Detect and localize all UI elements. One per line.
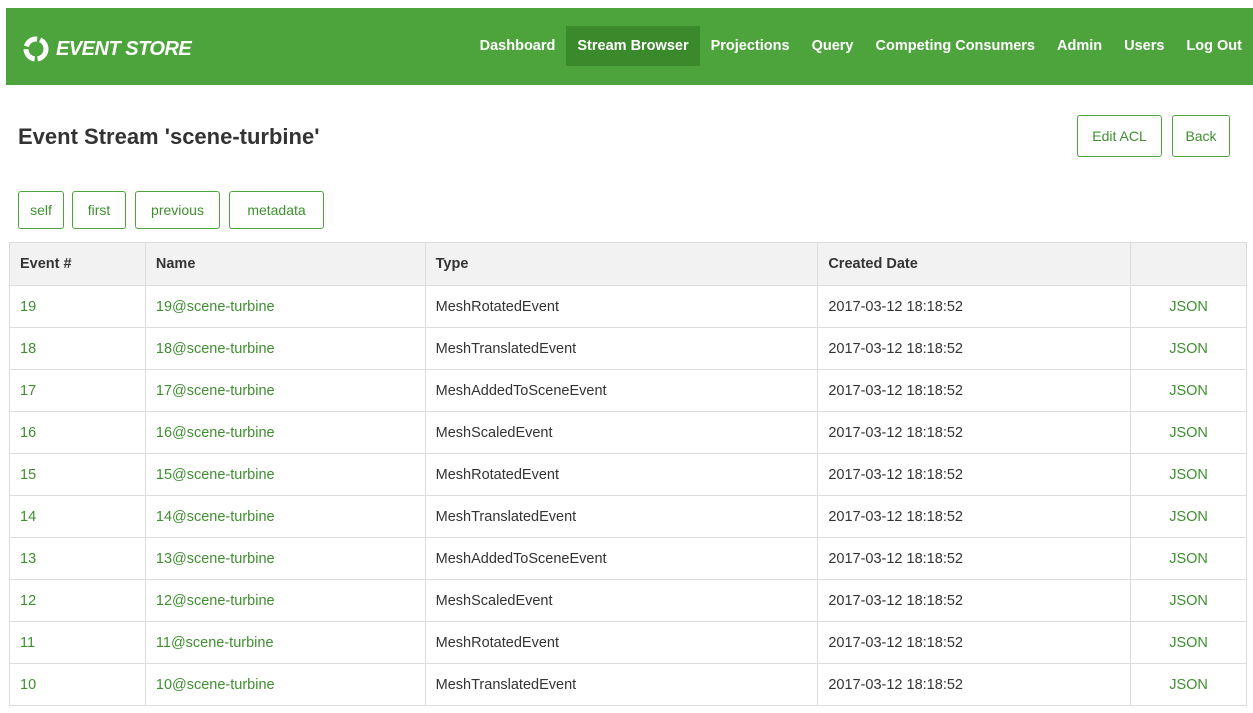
json-link[interactable]: JSON	[1130, 285, 1247, 328]
created-date: 2017-03-12 18:18:52	[817, 411, 1132, 454]
event-name-link[interactable]: 19@scene-turbine	[144, 285, 426, 328]
col-name: Name	[144, 242, 426, 286]
nav-admin[interactable]: Admin	[1046, 26, 1113, 66]
back-button[interactable]: Back	[1172, 115, 1230, 157]
brand-text: EVENT STORE	[56, 37, 192, 60]
json-link[interactable]: JSON	[1130, 579, 1247, 622]
event-name-link[interactable]: 12@scene-turbine	[144, 579, 426, 622]
created-date: 2017-03-12 18:18:52	[817, 285, 1132, 328]
event-store-logo-icon	[23, 36, 49, 62]
event-number-link[interactable]: 16	[9, 411, 146, 454]
created-date: 2017-03-12 18:18:52	[817, 579, 1132, 622]
event-number-link[interactable]: 11	[9, 621, 146, 664]
event-name-link[interactable]: 11@scene-turbine	[144, 621, 426, 664]
event-type: MeshScaledEvent	[424, 411, 819, 454]
event-name-link[interactable]: 17@scene-turbine	[144, 369, 426, 412]
json-link[interactable]: JSON	[1130, 369, 1247, 412]
json-link[interactable]: JSON	[1130, 537, 1247, 580]
table-row: 17 17@scene-turbine MeshAddedToSceneEvent 2…	[9, 369, 1247, 412]
event-number-link[interactable]: 18	[9, 327, 146, 370]
col-created-date: Created Date	[817, 242, 1132, 286]
events-table: Event # Name Type Created Date 19 19@scen…	[9, 242, 1247, 706]
nav-dashboard[interactable]: Dashboard	[469, 26, 567, 66]
table-row: 14 14@scene-turbine MeshTranslatedEvent 201…	[9, 495, 1247, 538]
event-name-link[interactable]: 14@scene-turbine	[144, 495, 426, 538]
table-row: 15 15@scene-turbine MeshRotatedEvent 2017-0…	[9, 453, 1247, 496]
table-row: 11 11@scene-turbine MeshRotatedEvent 2017-0…	[9, 621, 1247, 664]
table-row: 12 12@scene-turbine MeshScaledEvent 2017-03…	[9, 579, 1247, 622]
nav-projections[interactable]: Projections	[700, 26, 801, 66]
metadata-link-button[interactable]: metadata	[229, 191, 324, 229]
event-number-link[interactable]: 15	[9, 453, 146, 496]
event-name-link[interactable]: 18@scene-turbine	[144, 327, 426, 370]
event-number-link[interactable]: 10	[9, 663, 146, 706]
previous-link-button[interactable]: previous	[135, 191, 220, 229]
event-type: MeshRotatedEvent	[424, 621, 819, 664]
event-type: MeshTranslatedEvent	[424, 663, 819, 706]
table-row: 10 10@scene-turbine MeshTranslatedEvent 201…	[9, 663, 1247, 706]
created-date: 2017-03-12 18:18:52	[817, 369, 1132, 412]
event-type: MeshRotatedEvent	[424, 285, 819, 328]
table-row: 18 18@scene-turbine MeshTranslatedEvent 201…	[9, 327, 1247, 370]
event-number-link[interactable]: 19	[9, 285, 146, 328]
event-name-link[interactable]: 13@scene-turbine	[144, 537, 426, 580]
table-row: 19 19@scene-turbine MeshRotatedEvent 2017-0…	[9, 285, 1247, 328]
col-actions	[1130, 242, 1247, 286]
created-date: 2017-03-12 18:18:52	[817, 537, 1132, 580]
event-type: MeshTranslatedEvent	[424, 495, 819, 538]
nav-users[interactable]: Users	[1113, 26, 1175, 66]
table-row: 13 13@scene-turbine MeshAddedToSceneEvent 2…	[9, 537, 1247, 580]
nav-stream-browser[interactable]: Stream Browser	[566, 26, 700, 66]
event-name-link[interactable]: 10@scene-turbine	[144, 663, 426, 706]
table-header-row: Event # Name Type Created Date	[9, 242, 1247, 286]
page-title: Event Stream 'scene-turbine'	[18, 124, 320, 149]
json-link[interactable]: JSON	[1130, 327, 1247, 370]
event-type: MeshAddedToSceneEvent	[424, 537, 819, 580]
self-link-button[interactable]: self	[18, 191, 64, 229]
created-date: 2017-03-12 18:18:52	[817, 663, 1132, 706]
main-nav: Dashboard Stream Browser Projections Query C…	[469, 24, 1253, 68]
col-type: Type	[424, 242, 819, 286]
event-number-link[interactable]: 17	[9, 369, 146, 412]
event-number-link[interactable]: 13	[9, 537, 146, 580]
edit-acl-button[interactable]: Edit ACL	[1077, 115, 1162, 157]
created-date: 2017-03-12 18:18:52	[817, 495, 1132, 538]
event-number-link[interactable]: 14	[9, 495, 146, 538]
json-link[interactable]: JSON	[1130, 621, 1247, 664]
event-name-link[interactable]: 15@scene-turbine	[144, 453, 426, 496]
table-row: 16 16@scene-turbine MeshScaledEvent 2017-03…	[9, 411, 1247, 454]
event-type: MeshAddedToSceneEvent	[424, 369, 819, 412]
event-type: MeshRotatedEvent	[424, 453, 819, 496]
nav-query[interactable]: Query	[801, 26, 865, 66]
event-type: MeshScaledEvent	[424, 579, 819, 622]
brand[interactable]: EVENT STORE	[22, 34, 192, 64]
nav-log-out[interactable]: Log Out	[1175, 26, 1253, 66]
first-link-button[interactable]: first	[72, 191, 126, 229]
col-event-number: Event #	[9, 242, 146, 286]
nav-competing-consumers[interactable]: Competing Consumers	[864, 26, 1046, 66]
json-link[interactable]: JSON	[1130, 453, 1247, 496]
json-link[interactable]: JSON	[1130, 495, 1247, 538]
created-date: 2017-03-12 18:18:52	[817, 453, 1132, 496]
event-name-link[interactable]: 16@scene-turbine	[144, 411, 426, 454]
created-date: 2017-03-12 18:18:52	[817, 327, 1132, 370]
json-link[interactable]: JSON	[1130, 663, 1247, 706]
event-type: MeshTranslatedEvent	[424, 327, 819, 370]
top-navbar: EVENT STORE Dashboard Stream Browser Proje…	[6, 8, 1253, 85]
created-date: 2017-03-12 18:18:52	[817, 621, 1132, 664]
event-number-link[interactable]: 12	[9, 579, 146, 622]
json-link[interactable]: JSON	[1130, 411, 1247, 454]
